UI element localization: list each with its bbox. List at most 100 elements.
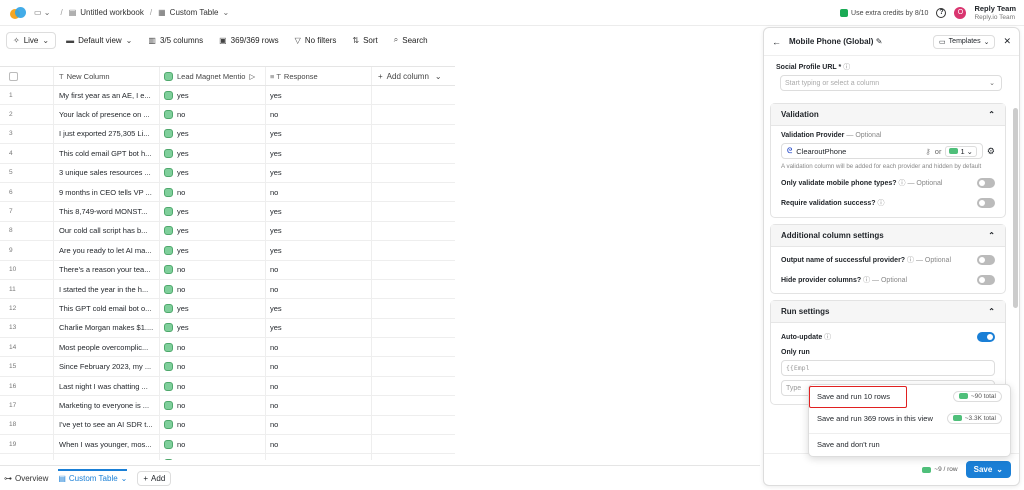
new-column-cell[interactable]: Charlie Morgan makes $1.... bbox=[54, 318, 160, 338]
gear-icon[interactable]: ⚙ bbox=[987, 146, 995, 157]
lead-magnet-cell[interactable]: no bbox=[160, 396, 266, 415]
info-icon[interactable]: ⓘ bbox=[824, 334, 831, 341]
run-icon[interactable]: ▷ bbox=[249, 72, 255, 81]
search-button[interactable]: ⌕ Search bbox=[388, 32, 434, 48]
credit-selector[interactable]: 1 ⌄ bbox=[945, 145, 977, 157]
only-mobile-toggle[interactable] bbox=[977, 178, 995, 188]
lead-magnet-cell[interactable]: yes bbox=[160, 124, 266, 144]
edit-pencil-icon[interactable]: ✎ bbox=[876, 37, 883, 46]
response-cell[interactable]: no bbox=[266, 105, 372, 124]
row-number[interactable]: 2 bbox=[0, 105, 54, 124]
response-cell[interactable]: yes bbox=[266, 221, 372, 241]
lead-magnet-cell[interactable]: no bbox=[160, 435, 266, 454]
add-column-button[interactable]: + Add column ⌄ bbox=[372, 67, 452, 85]
row-number[interactable]: 10 bbox=[0, 260, 54, 279]
row-number[interactable]: 8 bbox=[0, 221, 54, 241]
new-column-cell[interactable]: 3 unique sales resources ... bbox=[54, 163, 160, 182]
row-number[interactable]: 11 bbox=[0, 279, 54, 299]
new-column-cell[interactable]: When I was younger, mos... bbox=[54, 435, 160, 454]
column-header-lead-magnet[interactable]: Lead Magnet Mentio ▷ bbox=[160, 67, 266, 85]
response-cell[interactable]: no bbox=[266, 435, 372, 454]
row-number[interactable]: 16 bbox=[0, 376, 54, 396]
response-cell[interactable]: yes bbox=[266, 124, 372, 144]
new-column-cell[interactable]: Our cold call script has b... bbox=[54, 221, 160, 241]
info-icon[interactable]: ⓘ bbox=[843, 64, 850, 71]
response-cell[interactable]: yes bbox=[266, 241, 372, 260]
new-column-cell[interactable]: This 8,749-word MONST... bbox=[54, 202, 160, 221]
response-cell[interactable]: no bbox=[266, 376, 372, 396]
new-column-cell[interactable]: Marketing to everyone is ... bbox=[54, 396, 160, 415]
row-number[interactable]: 20 bbox=[0, 454, 54, 460]
row-number[interactable]: 6 bbox=[0, 182, 54, 202]
column-header-new-column[interactable]: T New Column bbox=[54, 67, 160, 85]
save-dont-run-option[interactable]: Save and don't run bbox=[809, 433, 1010, 455]
lead-magnet-cell[interactable]: no bbox=[160, 260, 266, 279]
view-button[interactable]: ▬ Default view ⌄ bbox=[60, 33, 138, 48]
lead-magnet-cell[interactable]: yes bbox=[160, 221, 266, 241]
add-table-button[interactable]: + Add bbox=[137, 470, 172, 486]
info-icon[interactable]: ⓘ bbox=[878, 200, 885, 207]
table-name[interactable]: Custom Table bbox=[170, 8, 219, 17]
response-cell[interactable]: no bbox=[266, 338, 372, 357]
rows-button[interactable]: ▣ 369/369 rows bbox=[213, 33, 285, 48]
panel-scrollbar-thumb[interactable] bbox=[1013, 108, 1018, 308]
row-number[interactable]: 1 bbox=[0, 86, 54, 105]
new-column-cell[interactable]: Last night I was chatting ... bbox=[54, 376, 160, 396]
lead-magnet-cell[interactable]: no bbox=[160, 182, 266, 202]
auto-update-toggle[interactable] bbox=[977, 332, 995, 342]
save-and-run-10-option[interactable]: Save and run 10 rows ~90 total bbox=[809, 385, 1010, 407]
tab-overview[interactable]: ⊶ Overview bbox=[4, 474, 48, 483]
row-number[interactable]: 4 bbox=[0, 144, 54, 163]
response-cell[interactable]: yes bbox=[266, 144, 372, 163]
lead-magnet-cell[interactable]: no bbox=[160, 454, 266, 460]
new-column-cell[interactable]: 9 months in CEO tells VP ... bbox=[54, 182, 160, 202]
new-column-cell[interactable]: "The days are shorter... a... bbox=[54, 454, 160, 460]
sort-button[interactable]: ⇅ Sort bbox=[346, 33, 383, 48]
new-column-cell[interactable]: I started the year in the h... bbox=[54, 279, 160, 299]
response-cell[interactable]: yes bbox=[266, 299, 372, 318]
chevron-down-icon[interactable]: ⌄ bbox=[222, 8, 229, 17]
row-number[interactable]: 14 bbox=[0, 338, 54, 357]
response-cell[interactable]: no bbox=[266, 260, 372, 279]
close-icon[interactable]: ✕ bbox=[1003, 36, 1011, 47]
lead-magnet-cell[interactable]: no bbox=[160, 338, 266, 357]
key-icon[interactable]: ⚷ bbox=[925, 147, 931, 156]
new-column-cell[interactable]: My first year as an AE, I e... bbox=[54, 86, 160, 105]
new-column-cell[interactable]: This cold email GPT bot h... bbox=[54, 144, 160, 163]
response-cell[interactable]: yes bbox=[266, 318, 372, 338]
require-toggle[interactable] bbox=[977, 198, 995, 208]
columns-button[interactable]: ▥ 3/5 columns bbox=[142, 33, 209, 48]
new-column-cell[interactable]: Most people overcomplic... bbox=[54, 338, 160, 357]
info-icon[interactable]: ⓘ bbox=[898, 180, 905, 187]
lead-magnet-cell[interactable]: yes bbox=[160, 144, 266, 163]
row-number[interactable]: 19 bbox=[0, 435, 54, 454]
response-cell[interactable]: no bbox=[266, 279, 372, 299]
response-cell[interactable]: yes bbox=[266, 163, 372, 182]
new-column-cell[interactable]: Since February 2023, my ... bbox=[54, 357, 160, 376]
response-cell[interactable]: no bbox=[266, 454, 372, 460]
run-header[interactable]: Run settings ⌃ bbox=[771, 301, 1005, 323]
workbook-name[interactable]: Untitled workbook bbox=[80, 8, 144, 17]
additional-header[interactable]: Additional column settings ⌃ bbox=[771, 225, 1005, 247]
lead-magnet-cell[interactable]: yes bbox=[160, 86, 266, 105]
only-run-input[interactable]: {{Empl bbox=[781, 360, 995, 376]
info-icon[interactable]: ⓘ bbox=[907, 257, 914, 264]
lead-magnet-cell[interactable]: no bbox=[160, 376, 266, 396]
lead-magnet-cell[interactable]: no bbox=[160, 357, 266, 376]
response-cell[interactable]: no bbox=[266, 396, 372, 415]
row-number[interactable]: 9 bbox=[0, 241, 54, 260]
info-icon[interactable]: ⓘ bbox=[863, 277, 870, 284]
row-number[interactable]: 7 bbox=[0, 202, 54, 221]
social-profile-select[interactable]: Start typing or select a column ⌄ bbox=[780, 75, 1002, 91]
chevron-down-icon[interactable]: ⌄ bbox=[121, 474, 128, 483]
column-header-response[interactable]: ≡ T Response bbox=[266, 67, 372, 85]
app-logo-icon[interactable] bbox=[10, 6, 26, 19]
templates-button[interactable]: ▭ Templates ⌄ bbox=[933, 34, 996, 49]
row-number[interactable]: 5 bbox=[0, 163, 54, 182]
row-number[interactable]: 13 bbox=[0, 318, 54, 338]
avatar[interactable]: O bbox=[954, 7, 967, 19]
credits-banner[interactable]: Use extra credits by 8/10 bbox=[840, 9, 928, 17]
response-cell[interactable]: yes bbox=[266, 86, 372, 105]
lead-magnet-cell[interactable]: yes bbox=[160, 241, 266, 260]
new-column-cell[interactable]: I've yet to see an AI SDR t... bbox=[54, 415, 160, 435]
